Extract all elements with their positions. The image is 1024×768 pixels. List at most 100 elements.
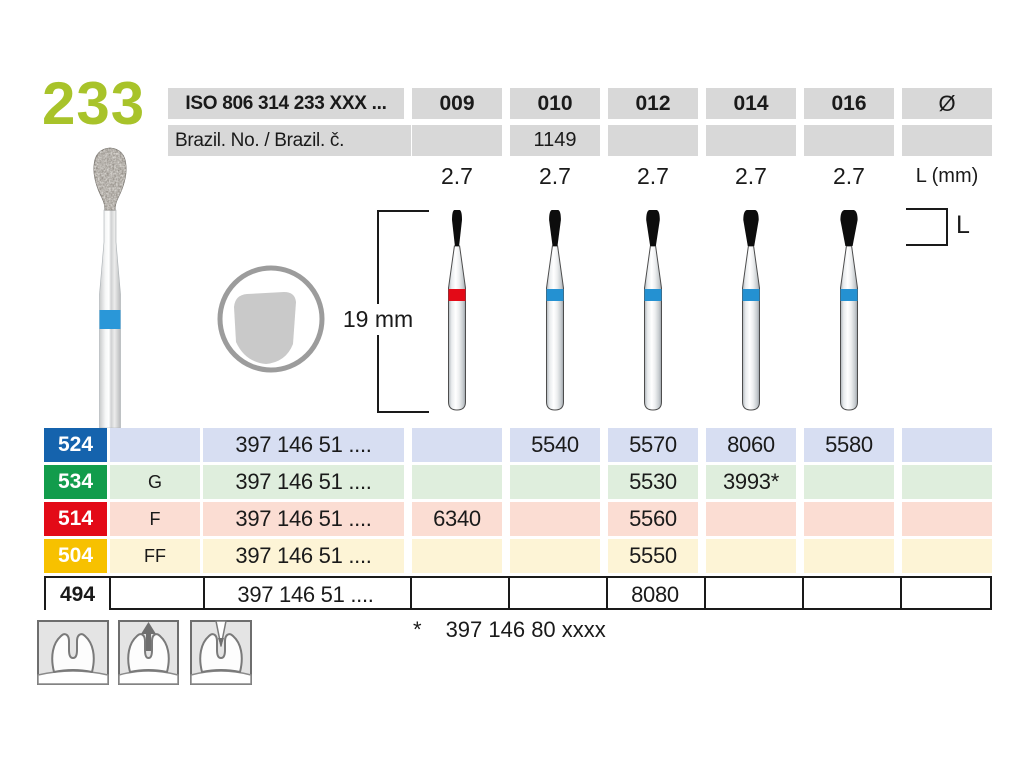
row-code-badge: 524: [44, 428, 107, 462]
catalog-number-cell-494-2: 8080: [610, 578, 700, 612]
size-header-010: 010: [510, 88, 600, 119]
length-value-012: 2.7: [608, 161, 698, 191]
row-grit-cell: G: [110, 465, 200, 499]
table-row-494: 494 397 146 51 .... 8080: [44, 576, 992, 610]
cavity-bur-entry-icon: [190, 620, 252, 690]
row-iso-cell: 397 146 51 ....: [203, 428, 404, 462]
bur-diamond-head: [549, 210, 561, 246]
catalog-number-cell-534-5: [902, 465, 992, 499]
catalog-number-cell-514-3: [706, 502, 796, 536]
row-iso-cell: 397 146 51 ....: [205, 578, 406, 612]
catalog-number-cell-534-3: 3993*: [706, 465, 796, 499]
cross-section-shape: [234, 292, 296, 364]
bur-shank: [645, 246, 662, 410]
bur-diamond-head: [840, 210, 857, 246]
size-header-012: 012: [608, 88, 698, 119]
length-value-014: 2.7: [706, 161, 796, 191]
head-length-bracket-right: [946, 208, 948, 246]
bur-shank: [449, 246, 466, 410]
row-grit-cell: [110, 428, 200, 462]
bur-illustration-010: [533, 206, 577, 421]
catalog-number-cell-504-3: [706, 539, 796, 573]
brazil-number-empty: [902, 125, 992, 156]
bur-diamond-head: [743, 210, 758, 246]
bur-color-band: [645, 289, 662, 301]
catalog-number-cell-494-0: [414, 578, 504, 612]
catalog-number-cell-494-5: [904, 578, 994, 612]
bur-color-band: [743, 289, 760, 301]
catalog-number-cell-504-1: [510, 539, 600, 573]
catalog-number-cell-504-2: 5550: [608, 539, 698, 573]
catalog-number-cell-534-1: [510, 465, 600, 499]
row-code-badge: 494: [46, 578, 109, 612]
cavity-icon: [37, 620, 109, 690]
head-length-bracket-top: [906, 208, 948, 210]
bur-illustration-014: [729, 206, 773, 421]
table-row-504: 504FF397 146 51 ....5550: [44, 539, 992, 573]
row-grit-cell: F: [110, 502, 200, 536]
catalog-number-cell-524-4: 5580: [804, 428, 894, 462]
shank-length-bracket-top-tick: [377, 210, 429, 212]
bur-photo-blue-band: [100, 310, 121, 329]
length-unit-cell: L (mm): [902, 161, 992, 191]
page-title: 233: [42, 74, 145, 134]
catalog-number-cell-524-5: [902, 428, 992, 462]
bur-illustration-016: [827, 206, 871, 421]
catalog-number-cell-534-0: [412, 465, 502, 499]
catalog-number-cell-514-2: 5560: [608, 502, 698, 536]
catalog-number-cell-494-1: [512, 578, 602, 612]
size-header-014: 014: [706, 88, 796, 119]
bur-shank: [841, 246, 858, 410]
table-row-524: 524397 146 51 ....5540557080605580: [44, 428, 992, 462]
row-code-badge: 514: [44, 502, 107, 536]
catalog-number-cell-514-0: 6340: [412, 502, 502, 536]
footnote: * 397 146 80 xxxx: [413, 617, 606, 643]
bur-diamond-head: [452, 210, 462, 246]
row-divider-3: [508, 578, 510, 608]
brazil-number-014: [706, 125, 796, 156]
bur-shank: [743, 246, 760, 410]
catalog-number-cell-504-5: [902, 539, 992, 573]
catalog-number-cell-524-2: 5570: [608, 428, 698, 462]
brazil-number-012: [608, 125, 698, 156]
row-divider-2: [410, 578, 412, 608]
catalog-number-cell-524-0: [412, 428, 502, 462]
shank-length-label: 19 mm: [341, 304, 415, 335]
catalog-page: 233 ISO 806 314 233 XXX ... Brazil. No. …: [0, 0, 1024, 768]
cavity-arrow-up-icon: [118, 620, 179, 690]
length-value-009: 2.7: [412, 161, 502, 191]
head-length-label: L: [956, 211, 970, 240]
size-header-016: 016: [804, 88, 894, 119]
bur-photo: [82, 146, 138, 433]
table-row-514: 514F397 146 51 ....63405560: [44, 502, 992, 536]
footnote-text: 397 146 80 xxxx: [446, 617, 606, 643]
brazil-number-016: [804, 125, 894, 156]
catalog-number-cell-494-3: [708, 578, 798, 612]
catalog-number-cell-494-4: [806, 578, 896, 612]
row-code-badge: 534: [44, 465, 107, 499]
row-divider-6: [802, 578, 804, 608]
row-divider-7: [900, 578, 902, 608]
catalog-number-cell-524-1: 5540: [510, 428, 600, 462]
row-divider-5: [704, 578, 706, 608]
catalog-number-cell-514-5: [902, 502, 992, 536]
brazil-header-cell: Brazil. No. / Brazil. č.: [168, 125, 411, 156]
head-length-bracket-bottom: [906, 244, 948, 246]
head-cross-section-figure: [214, 262, 328, 381]
table-row-534: 534G397 146 51 ....55303993*: [44, 465, 992, 499]
bur-color-band: [841, 289, 858, 301]
shank-length-bracket-bottom-tick: [377, 411, 429, 413]
row-iso-cell: 397 146 51 ....: [203, 465, 404, 499]
row-code-badge: 504: [44, 539, 107, 573]
bur-shank: [547, 246, 564, 410]
size-header-009: 009: [412, 88, 502, 119]
row-divider-4: [606, 578, 608, 608]
iso-header-cell: ISO 806 314 233 XXX ...: [168, 88, 404, 119]
row-divider-0: [109, 578, 111, 608]
bur-color-band: [547, 289, 564, 301]
catalog-number-cell-514-1: [510, 502, 600, 536]
catalog-number-cell-504-4: [804, 539, 894, 573]
row-grit-cell: [112, 578, 202, 612]
bur-color-band: [449, 289, 466, 301]
bur-diamond-head: [646, 210, 660, 246]
